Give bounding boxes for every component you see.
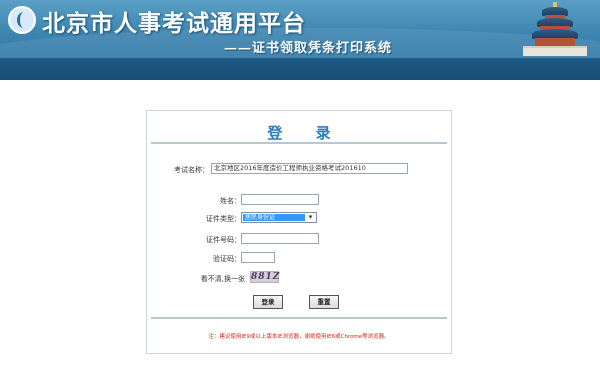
exam-name-field[interactable]: 北京地区2016年度造价工程师执业资格考试201610	[211, 163, 408, 174]
title-divider	[151, 142, 447, 144]
login-title: 登 录	[267, 124, 345, 142]
captcha-refresh-link[interactable]: 看不清,换一张	[147, 274, 249, 284]
temple-of-heaven-icon	[520, 2, 590, 58]
chevron-down-icon[interactable]: ▾	[306, 214, 315, 221]
id-type-selected-value: 居民身份证	[243, 214, 305, 221]
site-logo-icon	[8, 6, 36, 34]
captcha-input[interactable]	[241, 252, 275, 263]
name-input[interactable]	[241, 194, 319, 205]
header-band	[0, 58, 600, 80]
id-type-select[interactable]: 居民身份证 ▾	[241, 212, 317, 223]
footer-divider	[151, 317, 447, 319]
id-number-label: 证件号码：	[206, 236, 241, 244]
browser-note: 注：建议使用IE9或以上版本IE浏览器，谢绝使用IE6或Chrome等浏览器。	[208, 334, 390, 340]
login-button[interactable]: 登录	[253, 295, 283, 309]
captcha-image[interactable]: 881Z	[250, 271, 279, 283]
login-panel: 登 录 考试名称： 北京地区2016年度造价工程师执业资格考试201610 姓名…	[146, 110, 452, 354]
site-header: 北京市人事考试通用平台 ——证书领取凭条打印系统	[0, 0, 600, 80]
id-number-input[interactable]	[241, 233, 319, 244]
id-type-label: 证件类型：	[206, 215, 241, 223]
reset-button[interactable]: 重置	[309, 295, 339, 309]
name-label: 姓名：	[220, 197, 241, 205]
exam-name-label: 考试名称：	[174, 166, 209, 174]
captcha-label: 验证码：	[213, 255, 241, 263]
site-title: 北京市人事考试通用平台	[42, 10, 306, 37]
site-subtitle: ——证书领取凭条打印系统	[224, 41, 393, 56]
